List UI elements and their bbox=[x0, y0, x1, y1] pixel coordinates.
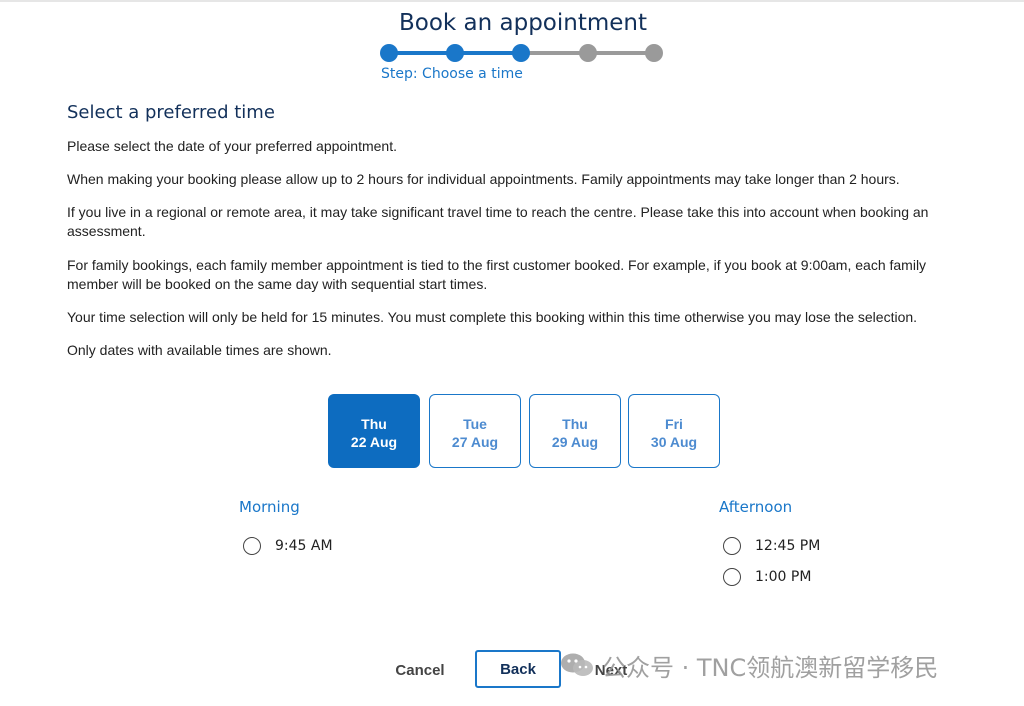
date-tile-date: 27 Aug bbox=[451, 434, 499, 450]
info-paragraph: Your time selection will only be held fo… bbox=[67, 309, 918, 325]
back-button[interactable]: Back bbox=[475, 650, 561, 688]
progress-stepper bbox=[380, 42, 670, 64]
date-tile-date: 29 Aug bbox=[551, 434, 599, 450]
date-tile-day: Thu bbox=[562, 416, 588, 432]
date-tile-fri-30-aug[interactable]: Fri 30 Aug bbox=[628, 394, 720, 468]
date-tile-day: Tue bbox=[463, 416, 487, 432]
date-tile-day: Thu bbox=[361, 416, 387, 432]
time-slot-label: 9:45 AM bbox=[275, 538, 333, 554]
time-slot-label: 1:00 PM bbox=[755, 569, 812, 585]
step-5-dot bbox=[645, 44, 663, 62]
date-tile-day: Fri bbox=[665, 416, 683, 432]
page-title: Book an appointment bbox=[398, 10, 648, 36]
time-slot-label: 12:45 PM bbox=[755, 538, 821, 554]
date-tile-tue-27-aug[interactable]: Tue 27 Aug bbox=[429, 394, 521, 468]
cancel-button[interactable]: Cancel bbox=[380, 652, 460, 688]
date-tile-date: 30 Aug bbox=[650, 434, 698, 450]
date-tile-thu-22-aug[interactable]: Thu 22 Aug bbox=[328, 394, 420, 468]
date-tile-date: 22 Aug bbox=[350, 434, 398, 450]
info-paragraph: When making your booking please allow up… bbox=[67, 171, 900, 187]
afternoon-label: Afternoon bbox=[719, 498, 793, 516]
top-divider bbox=[0, 0, 1024, 2]
morning-label: Morning bbox=[239, 498, 300, 516]
info-paragraph: Please select the date of your preferred… bbox=[67, 138, 397, 154]
wechat-icon bbox=[561, 653, 593, 676]
step-4-dot bbox=[579, 44, 597, 62]
step-caption: Step: Choose a time bbox=[381, 66, 523, 82]
radio-button[interactable] bbox=[723, 537, 741, 555]
date-tile-thu-29-aug[interactable]: Thu 29 Aug bbox=[529, 394, 621, 468]
watermark: 公众号 · TNC领航澳新留学移民 bbox=[560, 650, 939, 682]
step-2-dot bbox=[446, 44, 464, 62]
radio-button[interactable] bbox=[243, 537, 261, 555]
info-paragraph: If you live in a regional or remote area… bbox=[67, 204, 929, 239]
step-1-dot bbox=[380, 44, 398, 62]
section-heading: Select a preferred time bbox=[67, 102, 275, 123]
radio-button[interactable] bbox=[723, 568, 741, 586]
info-paragraph: For family bookings, each family member … bbox=[67, 257, 927, 292]
step-3-dot bbox=[512, 44, 530, 62]
info-paragraph: Only dates with available times are show… bbox=[67, 342, 332, 358]
watermark-text: 公众号 · TNC领航澳新留学移民 bbox=[602, 653, 939, 682]
